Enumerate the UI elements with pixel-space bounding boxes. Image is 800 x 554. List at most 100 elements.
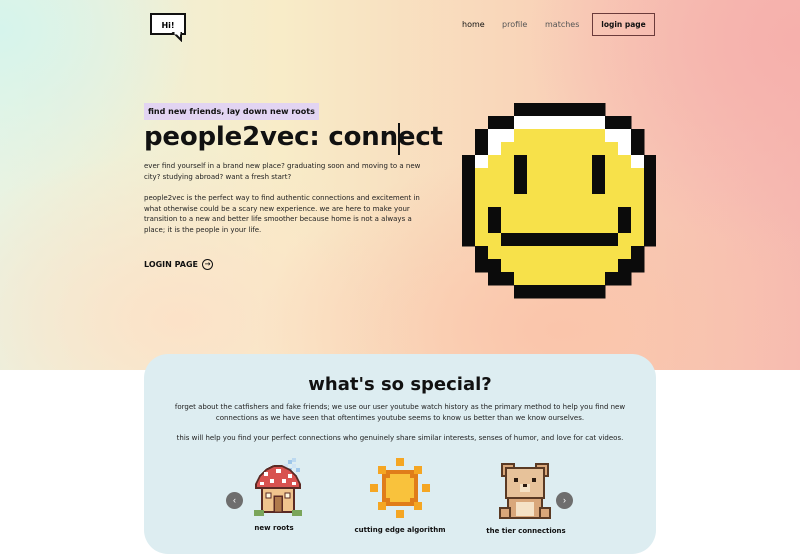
hero-paragraph-2: people2vec is the perfect way to find au…: [144, 194, 420, 234]
smiley-pixel: [618, 116, 632, 130]
smiley-pixel: [579, 207, 593, 221]
smiley-pixel: [566, 285, 580, 299]
carousel-next-button[interactable]: ›: [556, 492, 573, 509]
smiley-pixel: [527, 272, 541, 286]
smiley-pixel: [501, 181, 515, 195]
typing-cursor: [398, 123, 400, 155]
smiley-pixel: [488, 259, 502, 273]
mushroom-house-image: [254, 458, 302, 516]
smiley-pixel: [644, 220, 656, 234]
smiley-pixel: [579, 103, 593, 117]
smiley-pixel: [475, 233, 489, 247]
smiley-pixel: [527, 155, 541, 169]
smiley-pixel: [605, 194, 619, 208]
smiley-pixel: [553, 207, 567, 221]
smiley-pixel: [540, 220, 554, 234]
speech-bubble-logo[interactable]: Hi!: [150, 12, 188, 42]
smiley-pixel: [605, 272, 619, 286]
smiley-pixel: [631, 207, 645, 221]
smiley-pixel: [527, 181, 541, 195]
smiley-pixel: [631, 259, 645, 273]
smiley-pixel: [553, 220, 567, 234]
smiley-pixel: [514, 155, 528, 169]
smiley-pixel: [592, 155, 606, 169]
chevron-left-icon: ‹: [233, 495, 236, 505]
sun-image: [370, 458, 430, 518]
smiley-pixel: [592, 259, 606, 273]
smiley-pixel: [631, 168, 645, 182]
smiley-pixel: [579, 246, 593, 260]
smiley-pixel: [540, 194, 554, 208]
smiley-pixel: [501, 246, 515, 260]
smiley-pixel: [618, 168, 632, 182]
smiley-pixel: [553, 103, 567, 117]
smiley-pixel: [579, 194, 593, 208]
smiley-pixel: [631, 155, 645, 169]
pixel-smiley-image: [462, 103, 656, 299]
smiley-pixel: [527, 168, 541, 182]
smiley-pixel: [553, 155, 567, 169]
smiley-pixel: [579, 116, 593, 130]
smiley-pixel: [514, 246, 528, 260]
smiley-pixel: [579, 129, 593, 143]
smiley-pixel: [631, 142, 645, 156]
special-text-1: forget about the catfishers and fake fri…: [174, 403, 626, 422]
smiley-pixel: [540, 116, 554, 130]
chevron-right-icon: ›: [563, 495, 566, 505]
carousel-prev-button[interactable]: ‹: [226, 492, 243, 509]
smiley-pixel: [501, 168, 515, 182]
smiley-pixel: [462, 207, 476, 221]
smiley-pixel: [618, 142, 632, 156]
smiley-pixel: [553, 285, 567, 299]
smiley-pixel: [540, 155, 554, 169]
smiley-pixel: [540, 168, 554, 182]
smiley-pixel: [618, 194, 632, 208]
smiley-pixel: [540, 246, 554, 260]
smiley-pixel: [527, 285, 541, 299]
smiley-pixel: [488, 272, 502, 286]
smiley-pixel: [462, 155, 476, 169]
smiley-pixel: [579, 233, 593, 247]
smiley-pixel: [462, 168, 476, 182]
smiley-pixel: [579, 220, 593, 234]
special-title: what's so special?: [308, 374, 492, 395]
nav-home-link[interactable]: home: [462, 20, 485, 29]
smiley-pixel: [501, 220, 515, 234]
special-section: what's so special? forget about the catf…: [144, 354, 656, 554]
smiley-pixel: [631, 129, 645, 143]
nav-profile-link[interactable]: profile: [502, 20, 527, 29]
smiley-pixel: [501, 129, 515, 143]
smiley-pixel: [553, 129, 567, 143]
smiley-pixel: [605, 233, 619, 247]
smiley-pixel: [618, 233, 632, 247]
smiley-pixel: [540, 233, 554, 247]
smiley-pixel: [592, 103, 606, 117]
smiley-pixel: [644, 233, 656, 247]
smiley-pixel: [462, 181, 476, 195]
smiley-pixel: [501, 207, 515, 221]
smiley-pixel: [475, 246, 489, 260]
smiley-pixel: [553, 194, 567, 208]
smiley-pixel: [605, 155, 619, 169]
hero-paragraph-1: ever find yourself in a brand new place?…: [144, 162, 421, 181]
smiley-pixel: [514, 285, 528, 299]
arrow-right-circle-icon: →: [202, 259, 213, 270]
smiley-pixel: [605, 129, 619, 143]
nav-matches-link[interactable]: matches: [545, 20, 579, 29]
smiley-pixel: [501, 259, 515, 273]
smiley-pixel: [605, 168, 619, 182]
smiley-pixel: [631, 233, 645, 247]
smiley-pixel: [488, 142, 502, 156]
smiley-pixel: [618, 207, 632, 221]
login-button[interactable]: login page: [592, 13, 655, 36]
smiley-pixel: [605, 142, 619, 156]
smiley-pixel: [488, 168, 502, 182]
smiley-pixel: [566, 181, 580, 195]
smiley-pixel: [514, 220, 528, 234]
hero-login-link[interactable]: LOGIN PAGE →: [144, 259, 213, 270]
smiley-pixel: [566, 168, 580, 182]
smiley-pixel: [553, 168, 567, 182]
smiley-pixel: [553, 246, 567, 260]
smiley-pixel: [540, 129, 554, 143]
smiley-pixel: [592, 285, 606, 299]
